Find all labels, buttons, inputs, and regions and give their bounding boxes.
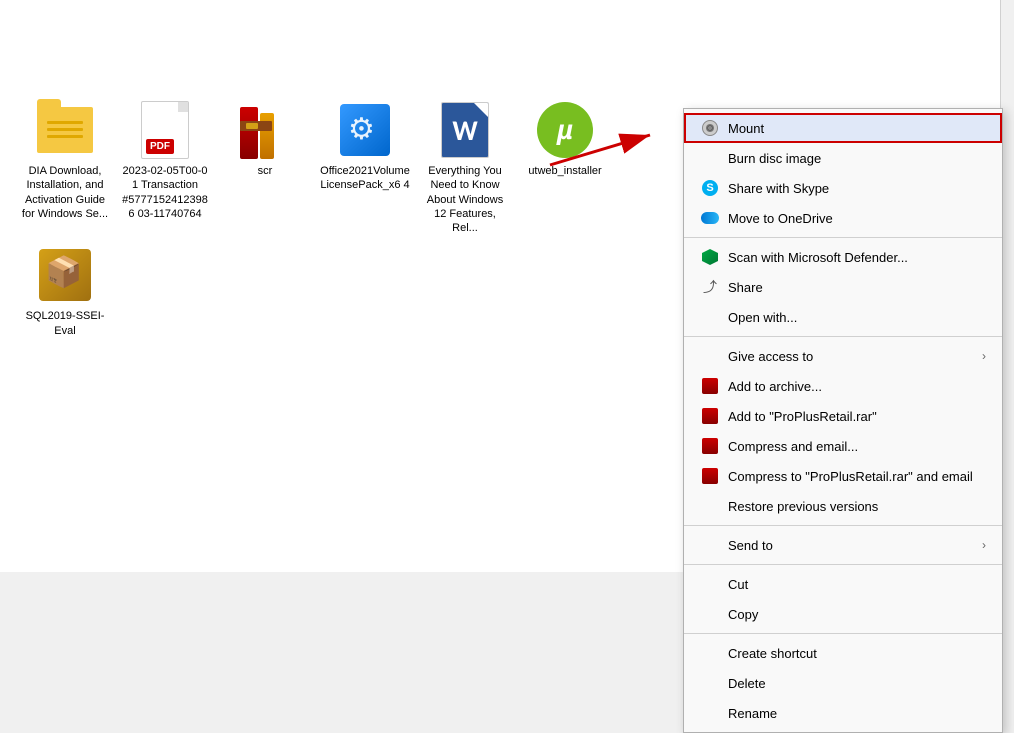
menu-label-restore-versions: Restore previous versions xyxy=(728,499,986,514)
package-icon xyxy=(35,245,95,305)
separator-5 xyxy=(684,633,1002,634)
menu-label-rename: Rename xyxy=(728,706,986,721)
disc-icon xyxy=(700,118,720,138)
menu-label-delete: Delete xyxy=(728,676,986,691)
file-item-office[interactable]: Office2021VolumeLicensePack_x6 4 xyxy=(320,100,410,235)
menu-item-add-proplusretail[interactable]: Add to "ProPlusRetail.rar" xyxy=(684,401,1002,431)
menu-label-share: Share xyxy=(728,280,986,295)
submenu-arrow-send-to: › xyxy=(982,538,986,552)
menu-item-compress-proplusretail-email[interactable]: Compress to "ProPlusRetail.rar" and emai… xyxy=(684,461,1002,491)
menu-item-cut[interactable]: Cut xyxy=(684,569,1002,599)
context-menu: Mount Burn disc image S Share with Skype… xyxy=(683,108,1003,733)
menu-label-cut: Cut xyxy=(728,577,986,592)
defender-icon xyxy=(700,247,720,267)
share-icon: ⤴ xyxy=(700,277,720,297)
menu-item-give-access[interactable]: Give access to › xyxy=(684,341,1002,371)
menu-label-create-shortcut: Create shortcut xyxy=(728,646,986,661)
create-shortcut-icon xyxy=(700,643,720,663)
skype-icon: S xyxy=(700,178,720,198)
menu-label-add-proplusretail: Add to "ProPlusRetail.rar" xyxy=(728,409,986,424)
separator-3 xyxy=(684,525,1002,526)
file-item-word[interactable]: W Everything You Need to Know About Wind… xyxy=(420,100,510,235)
rename-icon xyxy=(700,703,720,723)
file-label-pdf: 2023-02-05T00-0 1 Transaction #577715241… xyxy=(120,164,210,221)
menu-item-open-with[interactable]: Open with... xyxy=(684,302,1002,332)
file-label-winrar-scr: scr xyxy=(258,164,273,178)
give-access-icon xyxy=(700,346,720,366)
file-label-sql: SQL2019-SSEI-Eval xyxy=(20,309,110,338)
open-with-icon xyxy=(700,307,720,327)
menu-label-compress-proplusretail-email: Compress to "ProPlusRetail.rar" and emai… xyxy=(728,469,986,484)
menu-label-share-skype: Share with Skype xyxy=(728,181,986,196)
menu-item-scan-defender[interactable]: Scan with Microsoft Defender... xyxy=(684,242,1002,272)
add-archive-icon xyxy=(700,376,720,396)
menu-item-share[interactable]: ⤴ Share xyxy=(684,272,1002,302)
menu-item-create-shortcut[interactable]: Create shortcut xyxy=(684,638,1002,668)
separator-1 xyxy=(684,237,1002,238)
file-label-office: Office2021VolumeLicensePack_x6 4 xyxy=(320,164,410,193)
menu-item-burn-disc[interactable]: Burn disc image xyxy=(684,143,1002,173)
setup-icon xyxy=(335,100,395,160)
file-label-word: Everything You Need to Know About Window… xyxy=(420,164,510,235)
folder-icon xyxy=(35,100,95,160)
menu-item-move-onedrive[interactable]: Move to OneDrive xyxy=(684,203,1002,233)
add-proplusretail-icon xyxy=(700,406,720,426)
compress-email-icon xyxy=(700,436,720,456)
menu-item-share-skype[interactable]: S Share with Skype xyxy=(684,173,1002,203)
menu-item-rename[interactable]: Rename xyxy=(684,698,1002,728)
copy-icon xyxy=(700,604,720,624)
menu-label-copy: Copy xyxy=(728,607,986,622)
burn-disc-icon xyxy=(700,148,720,168)
menu-label-burn-disc: Burn disc image xyxy=(728,151,986,166)
menu-item-restore-versions[interactable]: Restore previous versions xyxy=(684,491,1002,521)
restore-versions-icon xyxy=(700,496,720,516)
arrow-annotation xyxy=(540,125,670,175)
cut-icon xyxy=(700,574,720,594)
menu-label-open-with: Open with... xyxy=(728,310,986,325)
menu-label-give-access: Give access to xyxy=(728,349,982,364)
compress-proplusretail-email-icon xyxy=(700,466,720,486)
send-to-icon xyxy=(700,535,720,555)
word-icon: W xyxy=(435,100,495,160)
file-item-winrar-scr[interactable]: scr xyxy=(220,100,310,235)
menu-label-compress-email: Compress and email... xyxy=(728,439,986,454)
menu-item-copy[interactable]: Copy xyxy=(684,599,1002,629)
pdf-icon: PDF xyxy=(135,100,195,160)
file-item-folder-dia[interactable]: DIA Download, Installation, and Activati… xyxy=(20,100,110,235)
menu-label-move-onedrive: Move to OneDrive xyxy=(728,211,986,226)
menu-label-send-to: Send to xyxy=(728,538,982,553)
menu-item-add-archive[interactable]: Add to archive... xyxy=(684,371,1002,401)
menu-label-mount: Mount xyxy=(728,121,986,136)
menu-item-delete[interactable]: Delete xyxy=(684,668,1002,698)
file-item-pdf[interactable]: PDF 2023-02-05T00-0 1 Transaction #57771… xyxy=(120,100,210,235)
winrar-icon xyxy=(235,100,295,160)
onedrive-icon xyxy=(700,208,720,228)
menu-item-send-to[interactable]: Send to › xyxy=(684,530,1002,560)
separator-2 xyxy=(684,336,1002,337)
submenu-arrow-give-access: › xyxy=(982,349,986,363)
menu-label-scan-defender: Scan with Microsoft Defender... xyxy=(728,250,986,265)
menu-item-compress-email[interactable]: Compress and email... xyxy=(684,431,1002,461)
delete-icon xyxy=(700,673,720,693)
menu-label-add-archive: Add to archive... xyxy=(728,379,986,394)
menu-item-mount[interactable]: Mount xyxy=(684,113,1002,143)
file-item-sql[interactable]: SQL2019-SSEI-Eval xyxy=(20,245,110,338)
file-label-folder-dia: DIA Download, Installation, and Activati… xyxy=(20,164,110,221)
separator-4 xyxy=(684,564,1002,565)
